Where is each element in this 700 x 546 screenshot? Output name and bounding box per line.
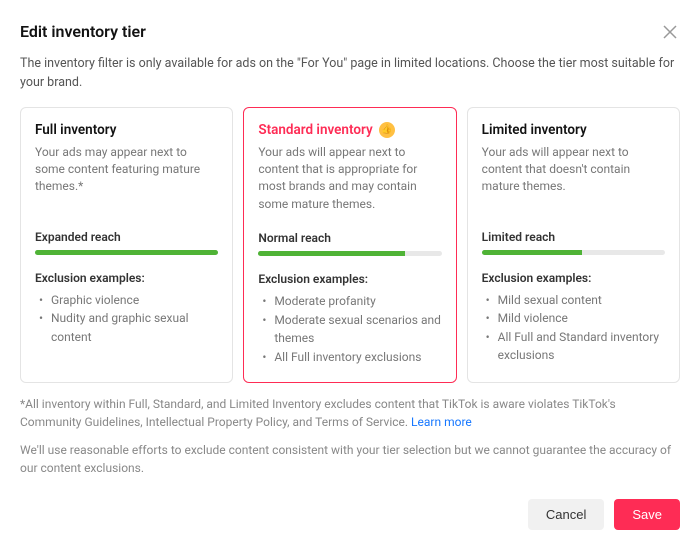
close-icon bbox=[662, 28, 678, 43]
exclusion-list: Graphic violenceNudity and graphic sexua… bbox=[35, 291, 218, 347]
reach-label: Normal reach bbox=[258, 231, 441, 245]
tier-header: Standard inventory 👍 bbox=[258, 122, 441, 138]
modal-header: Edit inventory tier bbox=[20, 22, 680, 45]
tier-header: Limited inventory bbox=[482, 122, 665, 138]
tier-title: Standard inventory bbox=[258, 122, 372, 138]
tier-description: Your ads may appear next to some content… bbox=[35, 144, 218, 212]
reach-bar bbox=[482, 250, 665, 255]
exclusion-item: Moderate sexual scenarios and themes bbox=[262, 311, 441, 348]
tier-title: Limited inventory bbox=[482, 122, 587, 138]
modal-actions: Cancel Save bbox=[20, 499, 680, 530]
exclusion-title: Exclusion examples: bbox=[258, 272, 441, 286]
exclusion-list: Mild sexual contentMild violenceAll Full… bbox=[482, 291, 665, 365]
tier-description: Your ads will appear next to content tha… bbox=[482, 144, 665, 212]
exclusion-item: Moderate profanity bbox=[262, 292, 441, 311]
exclusion-list: Moderate profanityModerate sexual scenar… bbox=[258, 292, 441, 366]
tier-option-limited-inventory[interactable]: Limited inventory Your ads will appear ne… bbox=[467, 107, 680, 384]
modal-title: Edit inventory tier bbox=[20, 22, 146, 41]
exclusion-title: Exclusion examples: bbox=[35, 271, 218, 285]
learn-more-link[interactable]: Learn more bbox=[411, 415, 472, 429]
tier-option-standard-inventory[interactable]: Standard inventory 👍 Your ads will appear … bbox=[243, 107, 456, 384]
save-button[interactable]: Save bbox=[614, 499, 680, 530]
exclusion-item: All Full inventory exclusions bbox=[262, 348, 441, 367]
tier-title: Full inventory bbox=[35, 122, 116, 138]
tier-option-full-inventory[interactable]: Full inventory Your ads may appear next t… bbox=[20, 107, 233, 384]
footnote-disclaimer: *All inventory within Full, Standard, an… bbox=[20, 395, 680, 431]
tier-description: Your ads will appear next to content tha… bbox=[258, 144, 441, 214]
reach-bar bbox=[258, 251, 441, 256]
footnote-text: *All inventory within Full, Standard, an… bbox=[20, 397, 616, 429]
exclusion-item: All Full and Standard inventory exclusio… bbox=[486, 328, 665, 365]
footnote-accuracy: We'll use reasonable efforts to exclude … bbox=[20, 441, 680, 477]
modal-subtitle: The inventory filter is only available f… bbox=[20, 55, 680, 93]
reach-bar-fill bbox=[35, 250, 218, 255]
exclusion-item: Mild violence bbox=[486, 309, 665, 328]
reach-label: Limited reach bbox=[482, 230, 665, 244]
tier-options: Full inventory Your ads may appear next t… bbox=[20, 107, 680, 384]
reach-bar-fill bbox=[482, 250, 583, 255]
exclusion-item: Mild sexual content bbox=[486, 291, 665, 310]
thumbs-up-icon: 👍 bbox=[379, 122, 395, 138]
exclusion-title: Exclusion examples: bbox=[482, 271, 665, 285]
exclusion-item: Graphic violence bbox=[39, 291, 218, 310]
reach-bar bbox=[35, 250, 218, 255]
reach-label: Expanded reach bbox=[35, 230, 218, 244]
tier-header: Full inventory bbox=[35, 122, 218, 138]
exclusion-item: Nudity and graphic sexual content bbox=[39, 309, 218, 346]
close-button[interactable] bbox=[660, 22, 680, 45]
cancel-button[interactable]: Cancel bbox=[528, 499, 604, 530]
edit-inventory-tier-modal: Edit inventory tier The inventory filter… bbox=[0, 0, 700, 546]
reach-bar-fill bbox=[258, 251, 405, 256]
